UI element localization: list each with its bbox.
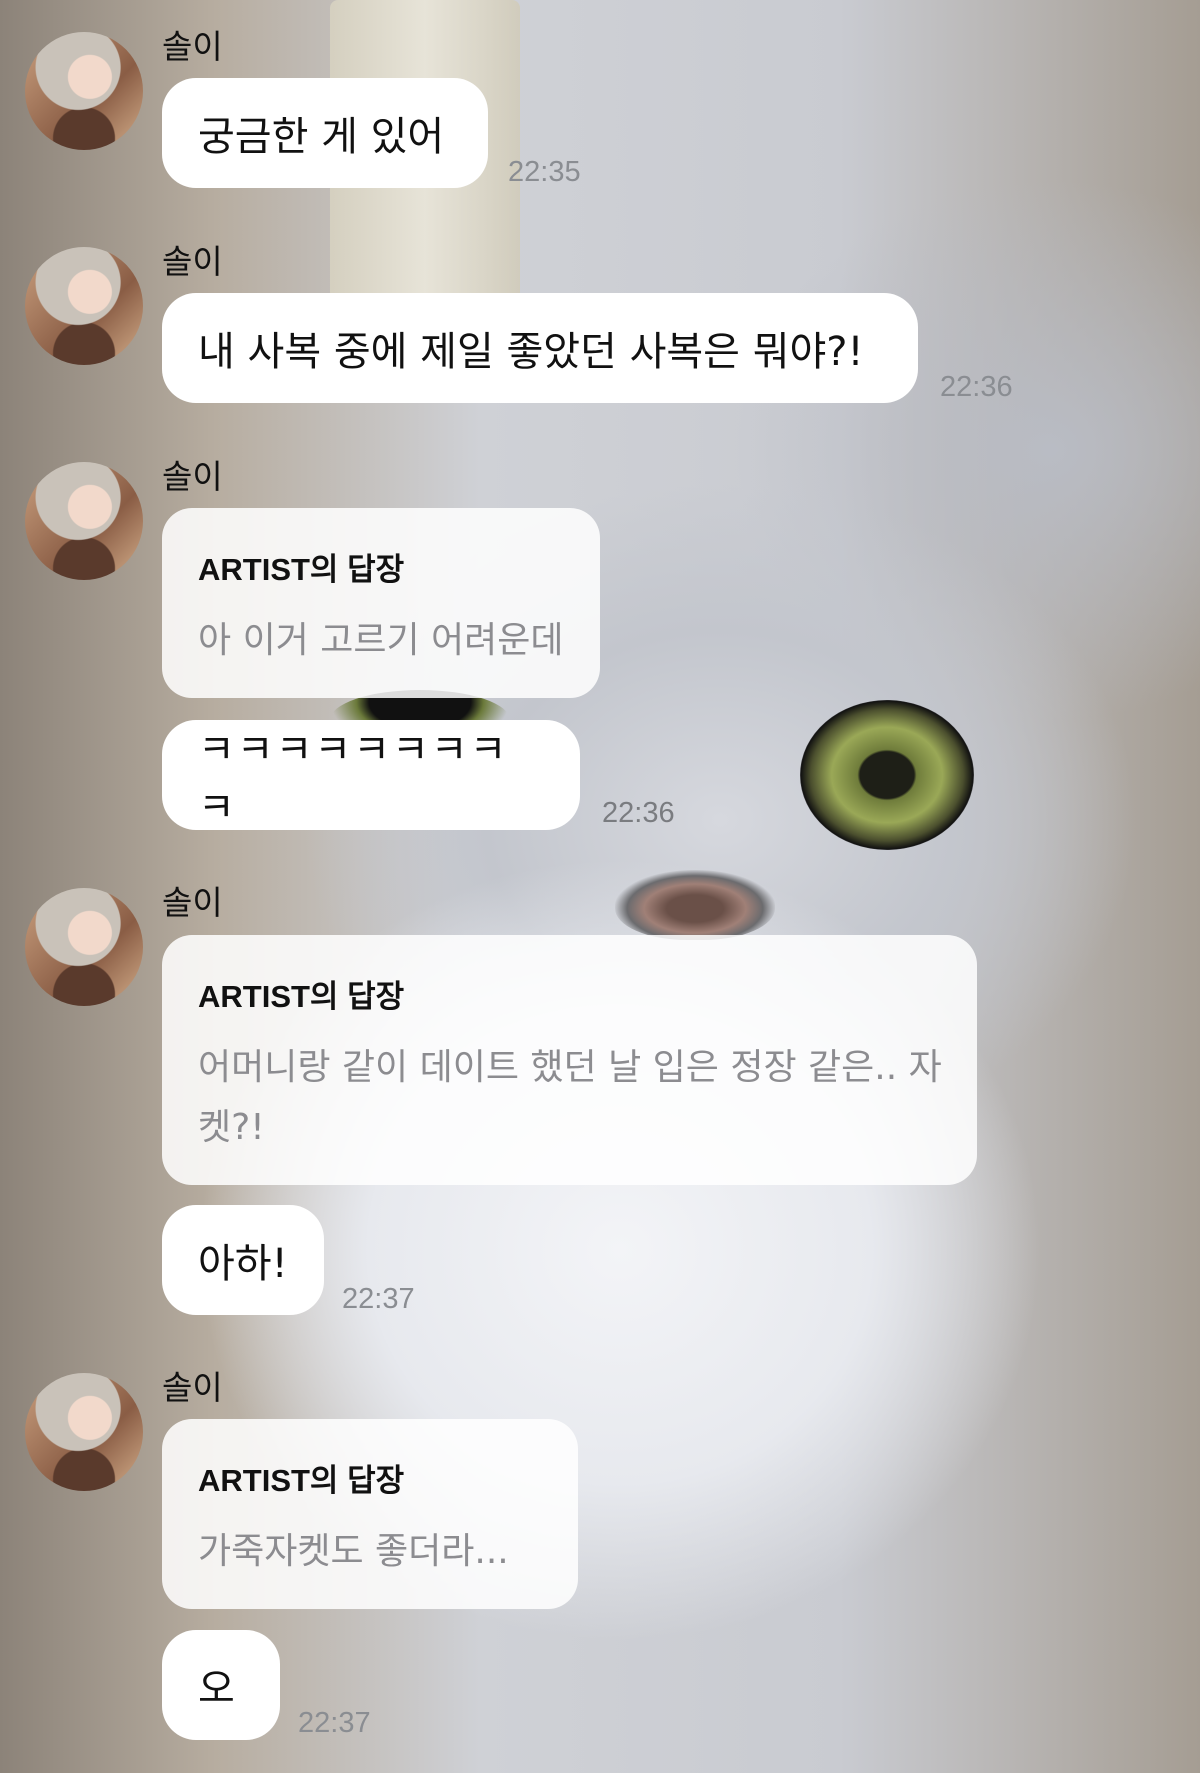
sender-name: 솔이	[162, 27, 223, 66]
message-bubble[interactable]: 내 사복 중에 제일 좋았던 사복은 뭐야?!	[162, 293, 918, 403]
message-bubble[interactable]: ㅋㅋㅋㅋㅋㅋㅋㅋㅋ	[162, 720, 580, 831]
message-time: 22:37	[298, 1707, 371, 1739]
message-bubble[interactable]: 궁금한 게 있어	[162, 78, 488, 188]
sender-avatar[interactable]	[25, 888, 143, 1006]
reply-title: ARTIST의 답장	[198, 979, 405, 1014]
sender-avatar[interactable]	[25, 1373, 143, 1491]
message-time: 22:36	[940, 371, 1013, 403]
message-time: 22:37	[342, 1283, 415, 1315]
sender-avatar[interactable]	[25, 462, 143, 580]
message-bubble[interactable]: 오	[162, 1630, 280, 1740]
sender-name: 솔이	[162, 242, 223, 281]
artist-reply-card[interactable]: ARTIST의 답장 가죽자켓도 좋더라...	[162, 1419, 578, 1609]
message-text: 오	[198, 1666, 235, 1712]
reply-text: 가죽자켓도 좋더라...	[198, 1531, 509, 1572]
message-text: 궁금한 게 있어	[198, 114, 445, 160]
sender-name: 솔이	[162, 457, 223, 496]
sender-avatar[interactable]	[25, 247, 143, 365]
reply-title: ARTIST의 답장	[198, 1463, 405, 1498]
message-time: 22:35	[508, 156, 581, 188]
message-text: 내 사복 중에 제일 좋았던 사복은 뭐야?!	[198, 329, 864, 375]
reply-title: ARTIST의 답장	[198, 552, 405, 587]
sender-avatar[interactable]	[25, 32, 143, 150]
message-time: 22:36	[602, 797, 675, 829]
message-bubble[interactable]: 아하!	[162, 1205, 324, 1315]
artist-reply-card[interactable]: ARTIST의 답장 어머니랑 같이 데이트 했던 날 입은 정장 같은.. 자…	[162, 935, 977, 1185]
background-cat-eye-right	[800, 700, 974, 850]
background-cat-nose	[615, 870, 775, 940]
sender-name: 솔이	[162, 883, 223, 922]
reply-text: 어머니랑 같이 데이트 했던 날 입은 정장 같은.. 자켓?!	[198, 1047, 942, 1148]
sender-name: 솔이	[162, 1368, 223, 1407]
artist-reply-card[interactable]: ARTIST의 답장 아 이거 고르기 어려운데	[162, 508, 600, 698]
reply-text: 아 이거 고르기 어려운데	[198, 620, 564, 661]
message-text: 아하!	[198, 1241, 288, 1287]
message-text: ㅋㅋㅋㅋㅋㅋㅋㅋㅋ	[198, 727, 509, 831]
